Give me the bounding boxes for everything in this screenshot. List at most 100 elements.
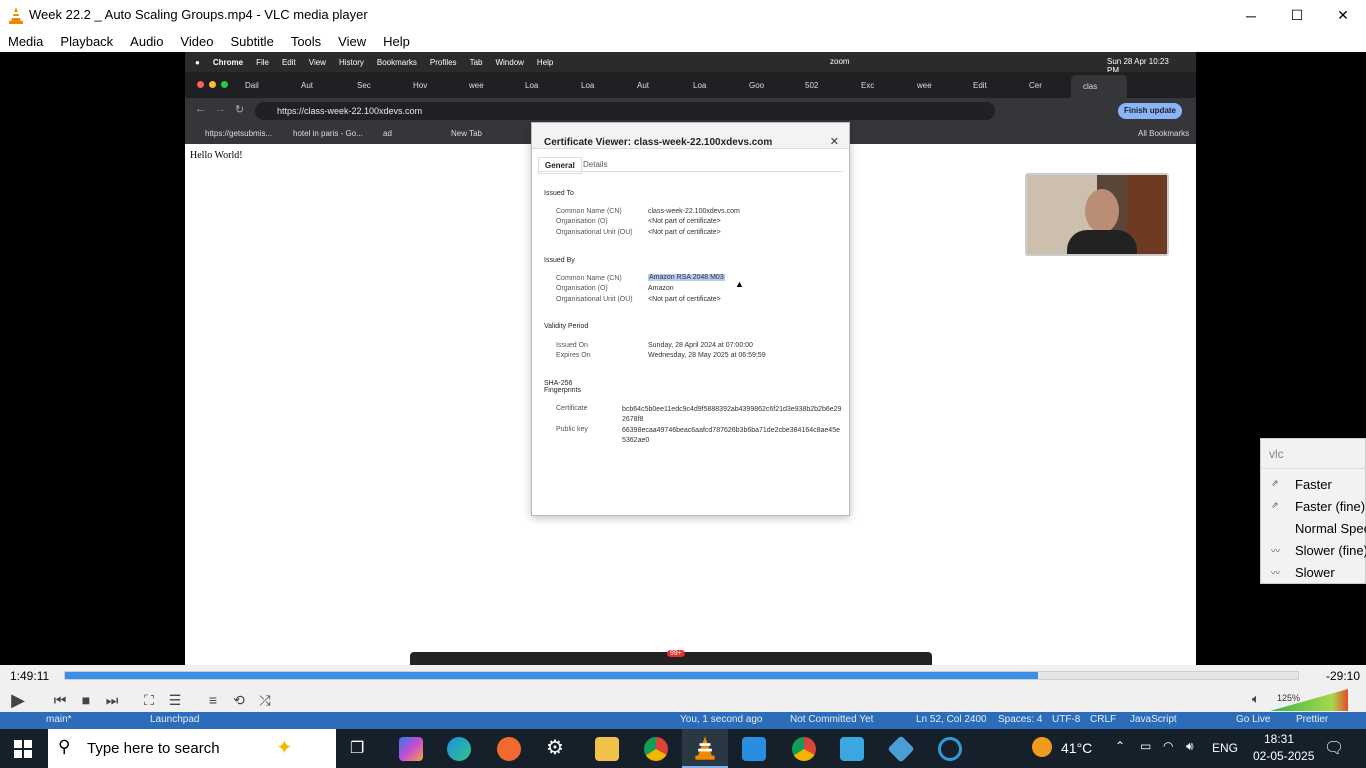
stop-button[interactable]: ■ xyxy=(73,687,99,713)
chrome-profile-icon[interactable] xyxy=(792,737,816,761)
field-value: class-week-22.100xdevs.com xyxy=(648,208,740,215)
notifications-icon[interactable]: 🗨︎ xyxy=(1324,738,1344,758)
windows-start-icon[interactable] xyxy=(14,740,32,758)
file-explorer-icon[interactable] xyxy=(595,737,619,761)
volume-slider[interactable] xyxy=(1270,689,1348,711)
bookmark: New Tab xyxy=(451,129,482,138)
clock-time[interactable]: 18:31 xyxy=(1264,732,1294,746)
chrome-tab: Loa xyxy=(525,81,539,90)
chrome-tab: Goo xyxy=(749,81,765,90)
menu-tools[interactable]: Tools xyxy=(291,34,321,49)
mac-menu-item: History xyxy=(338,57,364,67)
field-label: Common Name (CN) xyxy=(556,275,622,282)
menu-subtitle[interactable]: Subtitle xyxy=(230,34,273,49)
speed-menu: vlc ⇗ Faster ⇗ Faster (fine) Normal Spee… xyxy=(1260,438,1366,584)
slower-fine-icon: 〰 xyxy=(1271,546,1281,556)
blame-info: You, 1 second ago xyxy=(680,714,763,725)
language-indicator[interactable]: ENG xyxy=(1212,741,1238,755)
connect-icon[interactable] xyxy=(938,737,962,761)
speed-slower-fine[interactable]: Slower (fine) xyxy=(1295,543,1366,558)
chrome-tab: Aut xyxy=(637,81,650,90)
elapsed-time: 1:49:11 xyxy=(10,669,50,683)
mac-menu-item: Edit xyxy=(281,57,296,67)
certificate-close-icon: ✕ xyxy=(829,136,839,148)
chrome-tab-strip: Dail Aut Sec Hov wee Loa Loa Aut Loa Goo… xyxy=(185,72,1196,98)
window-title: Week 22.2 _ Auto Scaling Groups.mp4 - VL… xyxy=(29,7,368,22)
cursor-position: Ln 52, Col 2400 xyxy=(916,714,987,725)
copilot-icon[interactable] xyxy=(399,737,423,761)
menu-view[interactable]: View xyxy=(338,34,366,49)
fullscreen-button[interactable]: ⛶ xyxy=(136,687,162,713)
close-button[interactable]: ✕ xyxy=(1320,0,1366,31)
chrome-tab: Cer xyxy=(1029,81,1042,90)
certificate-title: Certificate Viewer: class-week-22.100xde… xyxy=(544,137,773,148)
battery-icon[interactable]: ▭ xyxy=(1140,739,1151,753)
vscode-icon[interactable] xyxy=(742,737,766,761)
next-button[interactable]: ⏭ xyxy=(99,687,125,713)
language-mode: JavaScript xyxy=(1130,714,1177,725)
menu-video[interactable]: Video xyxy=(180,34,213,49)
weather-icon[interactable] xyxy=(1032,737,1052,757)
chrome-tab: Hov xyxy=(413,81,428,90)
mac-menu-item: File xyxy=(256,57,269,67)
playlist-button[interactable]: ≡ xyxy=(200,687,226,713)
field-label: Certificate xyxy=(556,405,588,412)
wifi-icon[interactable]: ◠ xyxy=(1163,739,1173,753)
field-label: Public key xyxy=(556,426,588,433)
clock-date[interactable]: 02-05-2025 xyxy=(1253,749,1314,763)
temperature[interactable]: 41°C xyxy=(1061,740,1092,756)
tab-divider xyxy=(538,171,843,172)
menu-playback[interactable]: Playback xyxy=(60,34,113,49)
git-app-icon[interactable] xyxy=(887,735,915,763)
field-value: Wednesday, 28 May 2025 at 06:59:59 xyxy=(648,352,766,359)
finish-update-button: Finish update xyxy=(1118,103,1182,119)
menu-media[interactable]: Media xyxy=(8,34,43,49)
mac-menu-item: Profiles xyxy=(429,57,457,67)
speed-faster[interactable]: Faster xyxy=(1295,477,1332,492)
task-view-icon[interactable]: ❐ xyxy=(350,738,364,758)
shuffle-button[interactable]: ⤮ xyxy=(252,687,278,713)
chevron-up-icon[interactable]: ⌃ xyxy=(1115,739,1125,753)
previous-button[interactable]: ⏮ xyxy=(47,687,73,713)
vlc-taskbar-active[interactable] xyxy=(682,729,728,768)
vlc-taskbar-icon xyxy=(695,736,715,760)
zoom-toolbar: 99+ xyxy=(410,650,932,665)
speed-faster-fine[interactable]: Faster (fine) xyxy=(1295,499,1365,514)
fingerprints-heading: Fingerprints xyxy=(544,387,581,394)
menu-audio[interactable]: Audio xyxy=(130,34,163,49)
fingerprint-value: bcb64c5b0ee11edc9c4d9f5888392ab4399862c6… xyxy=(622,406,842,423)
shirt xyxy=(1067,230,1137,254)
postman-icon[interactable] xyxy=(497,737,521,761)
seek-bar[interactable] xyxy=(64,671,1299,680)
chrome-icon[interactable] xyxy=(644,737,668,761)
remaining-time[interactable]: -29:10 xyxy=(1326,669,1360,683)
edge-icon[interactable] xyxy=(447,737,471,761)
face xyxy=(1085,189,1119,233)
play-button[interactable]: ▶ xyxy=(5,687,31,713)
minimize-button[interactable]: ─ xyxy=(1228,0,1274,31)
speaker-icon[interactable]: 🔈︎ xyxy=(1252,691,1260,707)
speed-menu-header: vlc xyxy=(1269,447,1284,461)
taskbar-search[interactable]: ⚲ Type here to search ✦ xyxy=(48,729,336,768)
chrome-tab: Loa xyxy=(581,81,595,90)
search-icon: ⚲ xyxy=(58,737,71,756)
volume-icon[interactable]: 🔊︎ xyxy=(1186,739,1194,754)
maximize-button[interactable]: ☐ xyxy=(1274,0,1320,31)
settings-gear-icon[interactable]: ⚙ xyxy=(546,735,564,760)
bookmark: ad xyxy=(383,129,392,138)
loop-button[interactable]: ⟲ xyxy=(226,687,252,713)
video-frame: ● Chrome File Edit View History Bookmark… xyxy=(185,52,1196,665)
field-value: <Not part of certificate> xyxy=(648,296,721,303)
menu-help[interactable]: Help xyxy=(383,34,410,49)
issued-by-heading: Issued By xyxy=(544,257,575,264)
mac-zoom-dot xyxy=(221,81,228,88)
menu-bar: Media Playback Audio Video Subtitle Tool… xyxy=(0,31,1366,52)
speed-normal[interactable]: Normal Speed xyxy=(1295,521,1366,536)
speed-slower[interactable]: Slower xyxy=(1295,565,1335,580)
zoom-chat-badge: 99+ xyxy=(667,650,685,657)
reload-icon: ↻ xyxy=(235,104,245,116)
virtualbox-icon[interactable] xyxy=(840,737,864,761)
field-value: <Not part of certificate> xyxy=(648,229,721,236)
chrome-tab: Dail xyxy=(245,81,259,90)
extended-settings-button[interactable]: ☰ xyxy=(162,687,188,713)
